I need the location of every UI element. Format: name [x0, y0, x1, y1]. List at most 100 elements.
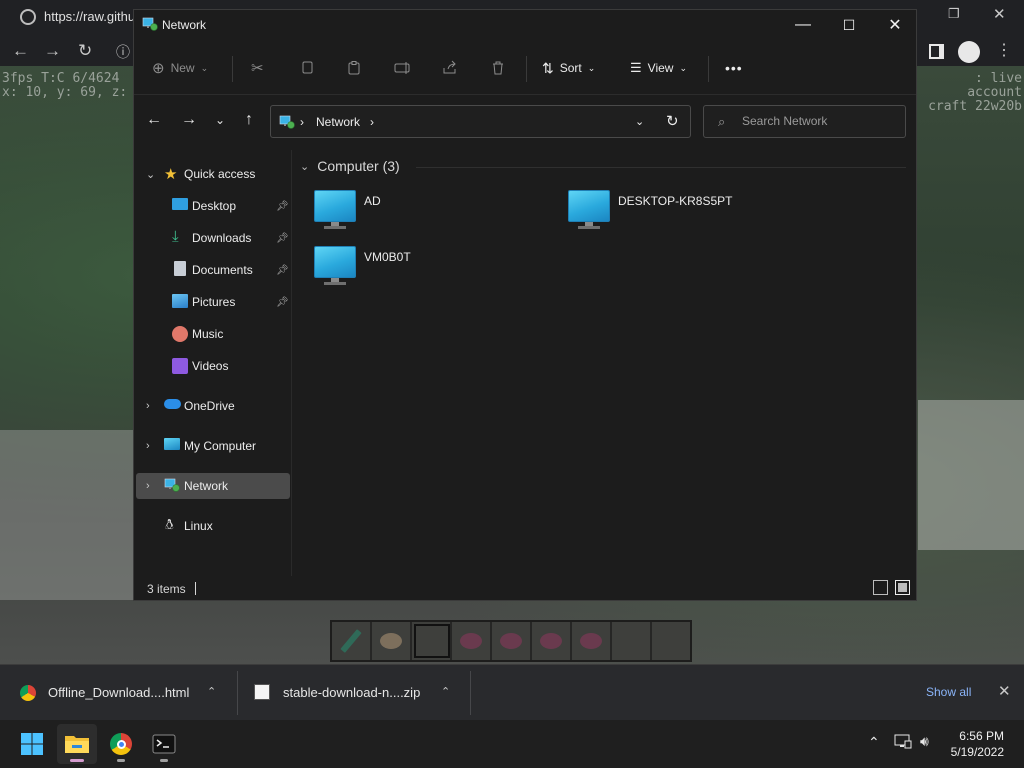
pin-icon[interactable]: 📌︎	[276, 265, 289, 276]
network-computer-item[interactable]: AD	[314, 190, 554, 238]
sidebar-item-downloads[interactable]: ⤓ Downloads 📌︎	[136, 225, 290, 251]
network-computer-item[interactable]: DESKTOP-KR8S5PT	[568, 190, 808, 238]
taskbar-file-explorer[interactable]	[57, 724, 97, 764]
search-box[interactable]: ⌕	[703, 105, 906, 138]
forward-arrow-icon[interactable]: →	[44, 41, 61, 61]
chevron-down-icon: ⌄	[146, 168, 156, 181]
sidebar-item-documents[interactable]: Documents 📌︎	[136, 257, 290, 283]
view-button[interactable]: ☰ View ⌄	[630, 56, 687, 80]
group-header-computer[interactable]: ⌄ Computer (3)	[300, 158, 400, 174]
sidebar-item-music[interactable]: Music	[136, 321, 290, 347]
sidebar-item-network[interactable]: › Network	[136, 473, 290, 499]
search-input[interactable]	[742, 114, 892, 128]
item-icon	[380, 633, 402, 649]
item-label: AD	[364, 194, 381, 208]
start-icon	[21, 733, 43, 755]
paste-button[interactable]	[346, 56, 362, 80]
sidebar-item-videos[interactable]: Videos	[136, 353, 290, 379]
breadcrumb-network[interactable]: Network	[316, 115, 360, 129]
item-icon	[460, 633, 482, 649]
copy-button[interactable]	[299, 56, 315, 80]
debug-line: x: 10, y: 69, z: 11	[2, 85, 151, 100]
pin-icon[interactable]: 📌︎	[276, 233, 289, 244]
reload-icon[interactable]: ↻	[78, 41, 92, 61]
system-clock[interactable]: 6:56 PM 5/19/2022	[940, 728, 1004, 760]
maximize-button[interactable]: ☐	[826, 10, 872, 40]
share-button[interactable]	[442, 56, 458, 80]
running-indicator	[160, 759, 168, 762]
network-computer-item[interactable]: VM0B0T	[314, 246, 554, 294]
chevron-down-icon: ⌄	[587, 62, 596, 73]
volume-icon[interactable]: 🔊︎	[920, 733, 929, 750]
network-icon	[164, 477, 180, 493]
details-view-icon[interactable]	[873, 580, 888, 595]
close-icon[interactable]: ✕	[993, 5, 1006, 23]
up-button[interactable]: ↑	[238, 109, 260, 131]
taskbar-chrome[interactable]	[101, 724, 141, 764]
close-icon[interactable]: ✕	[998, 682, 1011, 700]
divider	[470, 671, 471, 715]
chevron-up-icon[interactable]: ⌃	[441, 685, 450, 698]
forward-arrow-icon: →	[181, 111, 197, 128]
chevron-right-icon[interactable]: ›	[370, 115, 374, 129]
sidebar-item-label: Desktop	[192, 199, 237, 213]
delete-button[interactable]	[490, 56, 506, 80]
hotbar-slot	[452, 622, 492, 660]
profile-avatar[interactable]	[958, 41, 980, 63]
large-icons-view-icon[interactable]	[895, 580, 910, 595]
debug-line: craft 22w20b	[928, 99, 1022, 114]
paste-icon	[348, 61, 360, 75]
download-item[interactable]: stable-download-n....zip ⌃	[238, 665, 470, 721]
sidebar-item-linux[interactable]: 🐧︎ Linux	[136, 513, 290, 539]
sidebar-item-my-computer[interactable]: › My Computer	[136, 433, 290, 459]
kebab-menu-icon[interactable]: ⋮	[996, 40, 1012, 60]
share-icon	[443, 60, 456, 74]
chevron-right-icon: ›	[146, 440, 150, 452]
title-bar[interactable]: Network — ☐ ✕	[134, 10, 916, 40]
restore-icon[interactable]: ❐	[948, 6, 960, 22]
sort-button[interactable]: ⇅ Sort ⌄	[542, 56, 595, 80]
desktop-icon	[172, 198, 188, 210]
refresh-icon[interactable]: ↻	[666, 112, 679, 130]
info-icon[interactable]: ⓘ	[116, 42, 130, 62]
download-filename: Offline_Download....html	[48, 685, 190, 700]
window-title: Network	[162, 18, 207, 32]
sword-icon	[340, 629, 362, 653]
sidebar-item-quick-access[interactable]: ⌄ ★ Quick access	[136, 161, 290, 187]
rename-button[interactable]	[394, 56, 412, 80]
side-panel-icon[interactable]	[929, 44, 944, 59]
back-button[interactable]: ←	[143, 109, 165, 131]
game-hotbar	[330, 620, 692, 662]
start-button[interactable]	[12, 724, 52, 764]
sidebar-item-onedrive[interactable]: › OneDrive	[136, 393, 290, 419]
chevron-right-icon[interactable]: ›	[300, 115, 304, 129]
chevron-up-icon[interactable]: ⌃	[868, 734, 880, 751]
sidebar-item-label: Pictures	[192, 295, 236, 309]
pictures-icon	[172, 294, 188, 308]
forward-button[interactable]: →	[178, 109, 200, 131]
cut-button[interactable]: ✂	[251, 56, 264, 80]
star-icon: ★	[164, 166, 178, 183]
more-options-button[interactable]: •••	[725, 56, 743, 80]
new-button[interactable]: ⊕ New ⌄	[152, 56, 208, 80]
browser-tab-title[interactable]: https://raw.githu	[44, 9, 135, 24]
file-explorer-window: Network — ☐ ✕ ⊕ New ⌄ ✂ ⇅ Sort ⌄ ☰ View …	[133, 9, 917, 601]
minimize-button[interactable]: —	[780, 10, 826, 40]
pin-icon[interactable]: 📌︎	[276, 297, 289, 308]
show-all-link[interactable]: Show all	[926, 685, 971, 699]
pin-icon[interactable]: 📌︎	[276, 201, 289, 212]
recent-locations-button[interactable]: ⌄	[209, 109, 231, 131]
plus-circle-icon: ⊕	[152, 60, 165, 77]
taskbar-terminal[interactable]	[144, 724, 184, 764]
back-arrow-icon[interactable]: ←	[12, 41, 29, 61]
sidebar-item-desktop[interactable]: Desktop 📌︎	[136, 193, 290, 219]
address-bar[interactable]: › Network › ⌄ ↻	[270, 105, 691, 138]
address-history-chevron-icon[interactable]: ⌄	[635, 115, 644, 128]
close-button[interactable]: ✕	[872, 10, 918, 40]
chevron-up-icon[interactable]: ⌃	[207, 685, 216, 698]
sidebar-item-label: Documents	[192, 263, 253, 277]
network-status-icon[interactable]	[894, 732, 912, 753]
view-icon: ☰	[630, 60, 642, 75]
sidebar-item-pictures[interactable]: Pictures 📌︎	[136, 289, 290, 315]
download-item[interactable]: Offline_Download....html ⌃	[0, 665, 236, 721]
